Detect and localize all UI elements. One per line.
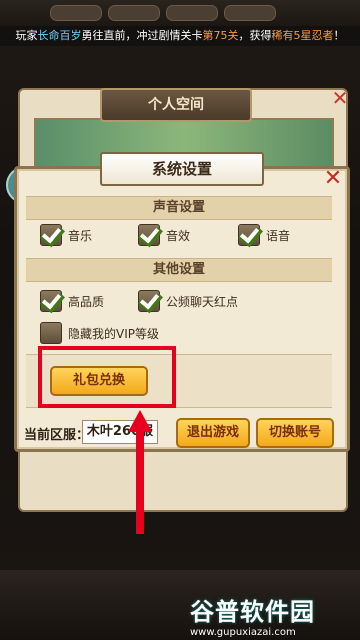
close-icon[interactable]: ✕ xyxy=(318,166,348,192)
ticker-text: 玩家 xyxy=(15,29,38,42)
sound-effects-option[interactable]: 音效 xyxy=(138,224,190,246)
ticker-text: ，获得 xyxy=(238,29,272,42)
sound-settings-header: 声音设置 xyxy=(26,196,332,220)
announcement-ticker: 玩家长命百岁勇往直前，冲过剧情关卡第75关，获得稀有5星忍者！ xyxy=(0,26,360,46)
dialog-title: 系统设置 xyxy=(100,152,264,186)
high-quality-option[interactable]: 高品质 xyxy=(40,290,104,312)
ticker-text: ！ xyxy=(333,29,345,42)
hide-vip-option[interactable]: 隐藏我的VIP等级 xyxy=(40,322,159,344)
music-checkbox[interactable] xyxy=(40,224,62,246)
high-quality-checkbox[interactable] xyxy=(40,290,62,312)
ticker-text: 勇往直前，冲过剧情关卡 xyxy=(81,29,203,42)
resource-pill xyxy=(166,5,218,21)
sound-effects-label: 音效 xyxy=(166,228,191,243)
watermark-title: 谷普软件园 xyxy=(190,598,315,626)
ticker-player-name: 长命百岁 xyxy=(37,29,82,42)
other-settings-header: 其他设置 xyxy=(26,258,332,282)
hide-vip-label: 隐藏我的VIP等级 xyxy=(68,326,159,341)
switch-account-button[interactable]: 切换账号 xyxy=(256,418,334,448)
resource-pill xyxy=(224,5,276,21)
ticker-reward: 稀有5星忍者 xyxy=(271,29,334,42)
current-server-label: 当前区服： xyxy=(24,428,90,443)
sound-effects-checkbox[interactable] xyxy=(138,224,160,246)
high-quality-label: 高品质 xyxy=(68,294,105,309)
watermark: 谷普软件园 www.gupuxiazai.com xyxy=(190,592,358,638)
resource-pill xyxy=(108,5,160,21)
music-label: 音乐 xyxy=(68,228,93,243)
personal-space-close-icon[interactable]: ✕ xyxy=(326,86,354,110)
ticker-stage: 第75关 xyxy=(202,29,239,42)
exit-game-button[interactable]: 退出游戏 xyxy=(176,418,250,448)
hide-vip-checkbox[interactable] xyxy=(40,322,62,344)
chat-red-dot-label: 公频聊天红点 xyxy=(166,294,239,309)
personal-space-title: 个人空间 xyxy=(100,88,252,122)
resource-pill xyxy=(50,5,102,21)
voice-label: 语音 xyxy=(266,228,291,243)
music-option[interactable]: 音乐 xyxy=(40,224,92,246)
top-status-bar xyxy=(0,0,360,26)
red-arrow-icon xyxy=(128,410,152,534)
chat-red-dot-option[interactable]: 公频聊天红点 xyxy=(138,290,238,312)
voice-checkbox[interactable] xyxy=(238,224,260,246)
watermark-url: www.gupuxiazai.com xyxy=(190,627,296,638)
highlight-box xyxy=(38,346,176,408)
voice-option[interactable]: 语音 xyxy=(238,224,290,246)
chat-red-dot-checkbox[interactable] xyxy=(138,290,160,312)
